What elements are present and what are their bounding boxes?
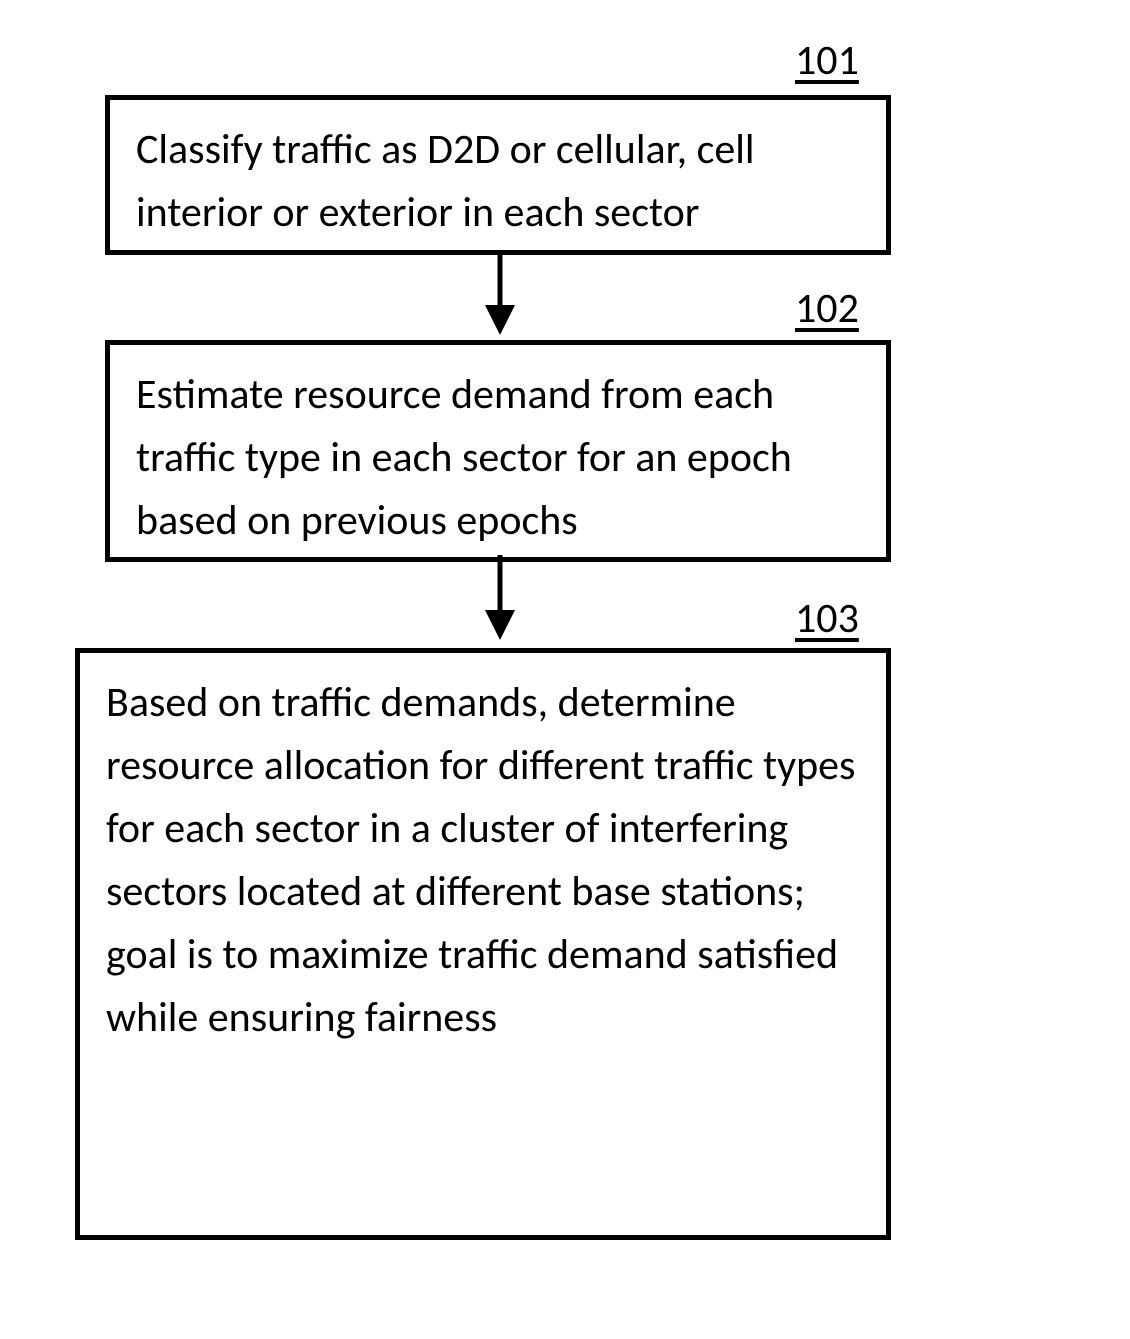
step-label-101: 101 xyxy=(795,40,859,82)
step-box-102: Estimate resource demand from each traff… xyxy=(105,340,891,562)
step-box-101-text: Classify traffic as D2D or cellular, cel… xyxy=(136,124,755,238)
step-label-103: 103 xyxy=(795,598,859,640)
step-box-102-text: Estimate resource demand from each traff… xyxy=(136,369,792,546)
arrow-102-to-103 xyxy=(475,555,525,645)
step-label-102: 102 xyxy=(795,288,859,330)
step-box-103-text: Based on traffic demands, determine reso… xyxy=(106,677,855,1043)
flowchart-canvas: 101 Classify traffic as D2D or cellular,… xyxy=(0,0,1130,1339)
step-box-103: Based on traffic demands, determine reso… xyxy=(75,648,891,1240)
step-box-101: Classify traffic as D2D or cellular, cel… xyxy=(105,95,891,255)
arrow-101-to-102 xyxy=(475,250,525,340)
